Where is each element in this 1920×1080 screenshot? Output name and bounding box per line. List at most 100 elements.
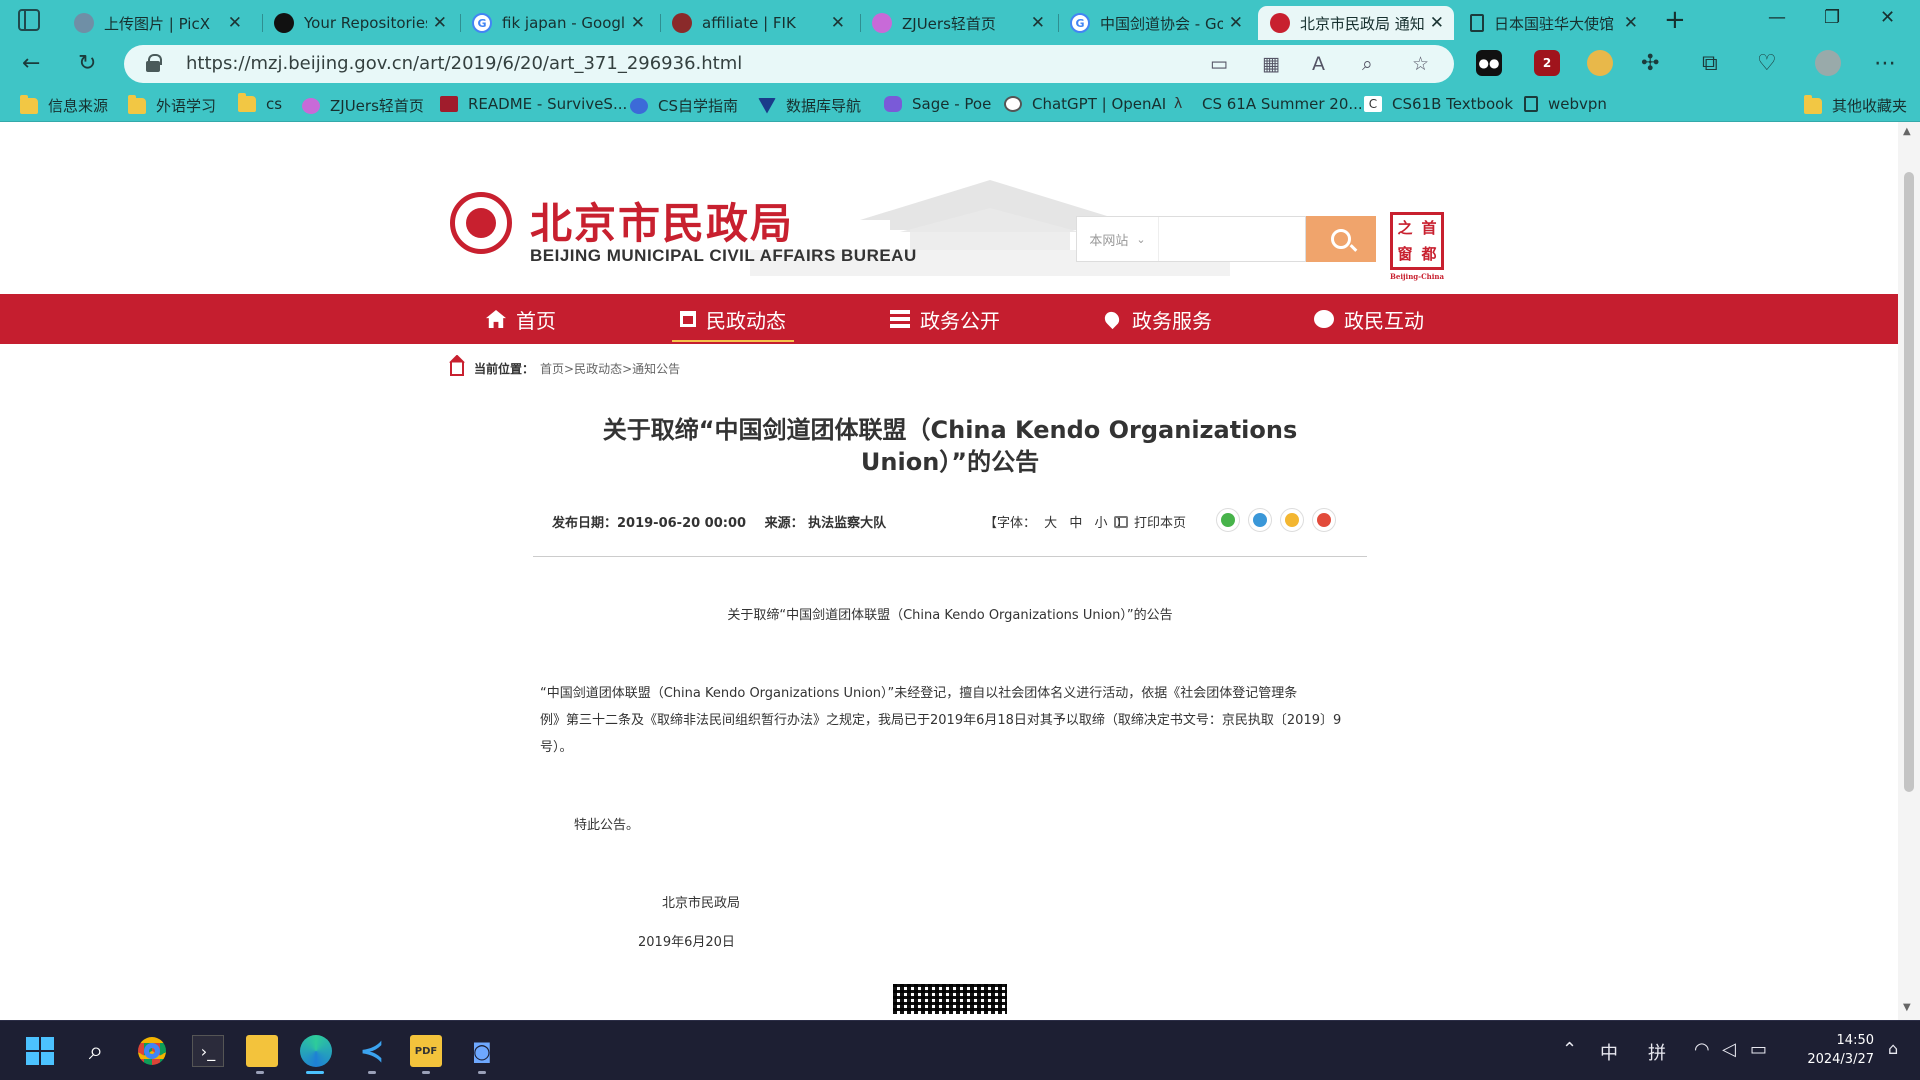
ublock-icon[interactable]: 2	[1534, 50, 1560, 76]
home-icon	[486, 310, 506, 328]
performance-icon[interactable]: ♡	[1757, 52, 1777, 76]
nav-home[interactable]: 首页	[486, 294, 556, 344]
ime-language[interactable]: 中	[1600, 1039, 1618, 1065]
close-tab-icon[interactable]: ✕	[228, 13, 242, 33]
lock-icon[interactable]	[146, 54, 162, 72]
chevron-up-icon[interactable]: ⌃	[1562, 1039, 1577, 1060]
system-clock[interactable]: 14:50 2024/3/27	[1796, 1031, 1874, 1069]
more-menu-icon[interactable]: ⋯	[1874, 52, 1896, 76]
bookmark-link[interactable]: ChatGPT | OpenAI	[1004, 95, 1166, 113]
bookmark-link[interactable]: Sage - Poe	[884, 95, 991, 113]
bookmark-link[interactable]: C CS61B Textbook	[1364, 95, 1513, 113]
extension-icon[interactable]	[1587, 50, 1613, 76]
refresh-button[interactable]: ↻	[78, 52, 96, 76]
new-tab-button[interactable]: +	[1664, 5, 1686, 35]
bookmark-link[interactable]: ZJUers轻首页	[302, 95, 424, 116]
restore-button[interactable]: ❐	[1824, 7, 1840, 28]
close-tab-icon[interactable]: ✕	[1031, 13, 1045, 33]
share-wechat-button[interactable]	[1216, 508, 1240, 532]
extensions-puzzle-icon[interactable]: ✣	[1641, 52, 1659, 76]
url-text[interactable]: https://mzj.beijing.gov.cn/art/2019/6/20…	[186, 53, 742, 74]
weibo-icon	[1317, 513, 1331, 527]
tab-embassy[interactable]: 日本国驻华大使馆 ✕	[1458, 6, 1648, 40]
google-icon: G	[472, 13, 492, 33]
close-tab-icon[interactable]: ✕	[1624, 13, 1638, 33]
bookmark-link[interactable]: webvpn	[1524, 95, 1607, 113]
share-qq-button[interactable]	[1248, 508, 1272, 532]
explorer-icon[interactable]	[246, 1035, 278, 1067]
font-small-button[interactable]: 小	[1094, 516, 1107, 531]
bookmark-folder[interactable]: 信息来源	[20, 94, 108, 116]
bookmark-link[interactable]: 数据库导航	[758, 95, 861, 116]
bookmark-link[interactable]: λ CS 61A Summer 20...	[1174, 95, 1363, 113]
page-scrollbar[interactable]: ▲ ▼	[1898, 122, 1920, 1020]
tab-picx[interactable]: 上传图片 | PicX ✕	[62, 6, 252, 40]
search-icon[interactable]: ⌕	[80, 1035, 112, 1067]
chrome-icon[interactable]	[136, 1035, 168, 1067]
close-tab-icon[interactable]: ✕	[433, 13, 447, 33]
tab-bureau[interactable]: 北京市民政局 通知 ✕	[1258, 6, 1454, 40]
extension-icon[interactable]: ●●	[1476, 50, 1502, 76]
bookmarks-bar: 信息来源 外语学习 cs ZJUers轻首页 README - SurviveS…	[0, 88, 1920, 122]
close-tab-icon[interactable]: ✕	[631, 13, 645, 33]
scroll-down-icon[interactable]: ▼	[1903, 1002, 1911, 1013]
breadcrumb-path[interactable]: 首页>民政动态>通知公告	[540, 360, 680, 377]
font-medium-button[interactable]: 中	[1069, 516, 1082, 531]
app-icon[interactable]: ◙	[466, 1035, 498, 1067]
capital-window-seal[interactable]: 之 首 窗 都	[1390, 212, 1444, 270]
running-indicator	[256, 1071, 264, 1074]
edge-icon[interactable]	[300, 1035, 332, 1067]
notification-icon[interactable]: ⌂	[1888, 1039, 1898, 1058]
search-scope-select[interactable]: 本网站 ⌄	[1077, 217, 1159, 261]
zoom-icon[interactable]: ⌕	[1362, 53, 1373, 75]
apps-icon[interactable]: ▦	[1262, 53, 1280, 75]
site-title[interactable]: 北京市民政局	[530, 190, 794, 251]
volume-icon[interactable]: ◁	[1722, 1039, 1736, 1060]
minimize-button[interactable]: —	[1768, 7, 1786, 28]
tab-google-kendo[interactable]: G 中国剑道协会 - Go ✕	[1058, 6, 1253, 40]
favorite-star-icon[interactable]: ☆	[1412, 53, 1429, 75]
tab-fik[interactable]: affiliate | FIK ✕	[660, 6, 855, 40]
tab-zjuers[interactable]: ZJUers轻首页 ✕	[860, 6, 1055, 40]
close-tab-icon[interactable]: ✕	[1430, 13, 1444, 33]
tab-google-fik[interactable]: G fik japan - Google ✕	[460, 6, 655, 40]
vscode-icon[interactable]: ≺	[356, 1034, 388, 1069]
read-aloud-icon[interactable]: A	[1312, 53, 1325, 75]
other-bookmarks-folder[interactable]: 其他收藏夹	[1804, 94, 1907, 116]
bookmark-folder[interactable]: cs	[238, 93, 282, 113]
close-window-button[interactable]: ✕	[1880, 7, 1895, 28]
tab-actions-icon[interactable]	[18, 9, 40, 31]
print-button[interactable]: 打印本页	[1114, 512, 1186, 531]
nav-services[interactable]: 政务服务	[1101, 294, 1212, 344]
back-button[interactable]: ←	[22, 52, 40, 76]
address-bar[interactable]: https://mzj.beijing.gov.cn/art/2019/6/20…	[124, 45, 1454, 83]
tab-github[interactable]: Your Repositories ✕	[262, 6, 457, 40]
nav-news[interactable]: 民政动态	[672, 294, 794, 344]
search-icon	[1331, 229, 1351, 249]
scroll-thumb[interactable]	[1904, 172, 1914, 792]
close-tab-icon[interactable]: ✕	[831, 13, 845, 33]
share-qzone-button[interactable]	[1280, 508, 1304, 532]
collections-icon[interactable]: ⧉	[1702, 52, 1718, 76]
nav-gov-affairs[interactable]: 政务公开	[890, 294, 1000, 344]
profile-avatar[interactable]	[1815, 50, 1841, 76]
bookmark-link[interactable]: README - SurviveS...	[440, 95, 627, 113]
start-button[interactable]	[24, 1035, 56, 1067]
terminal-icon[interactable]: ›_	[192, 1035, 224, 1067]
bookmark-folder[interactable]: 外语学习	[128, 94, 216, 116]
search-input[interactable]	[1161, 217, 1305, 261]
site-title-en: BEIJING MUNICIPAL CIVIL AFFAIRS BUREAU	[530, 246, 917, 265]
wifi-icon[interactable]: ◠	[1694, 1039, 1710, 1060]
font-large-button[interactable]: 大	[1044, 516, 1057, 531]
app-available-icon[interactable]: ▭	[1210, 53, 1228, 75]
bureau-logo-icon[interactable]	[450, 192, 512, 254]
close-tab-icon[interactable]: ✕	[1229, 13, 1243, 33]
scroll-up-icon[interactable]: ▲	[1903, 126, 1911, 137]
pdf-icon[interactable]: PDF	[410, 1035, 442, 1067]
battery-icon[interactable]: ▭	[1750, 1039, 1767, 1060]
bookmark-link[interactable]: CS自学指南	[630, 95, 738, 116]
nav-interaction[interactable]: 政民互动	[1314, 294, 1424, 344]
share-weibo-button[interactable]	[1312, 508, 1336, 532]
search-button[interactable]	[1306, 216, 1376, 262]
ime-mode[interactable]: 拼	[1648, 1039, 1666, 1065]
